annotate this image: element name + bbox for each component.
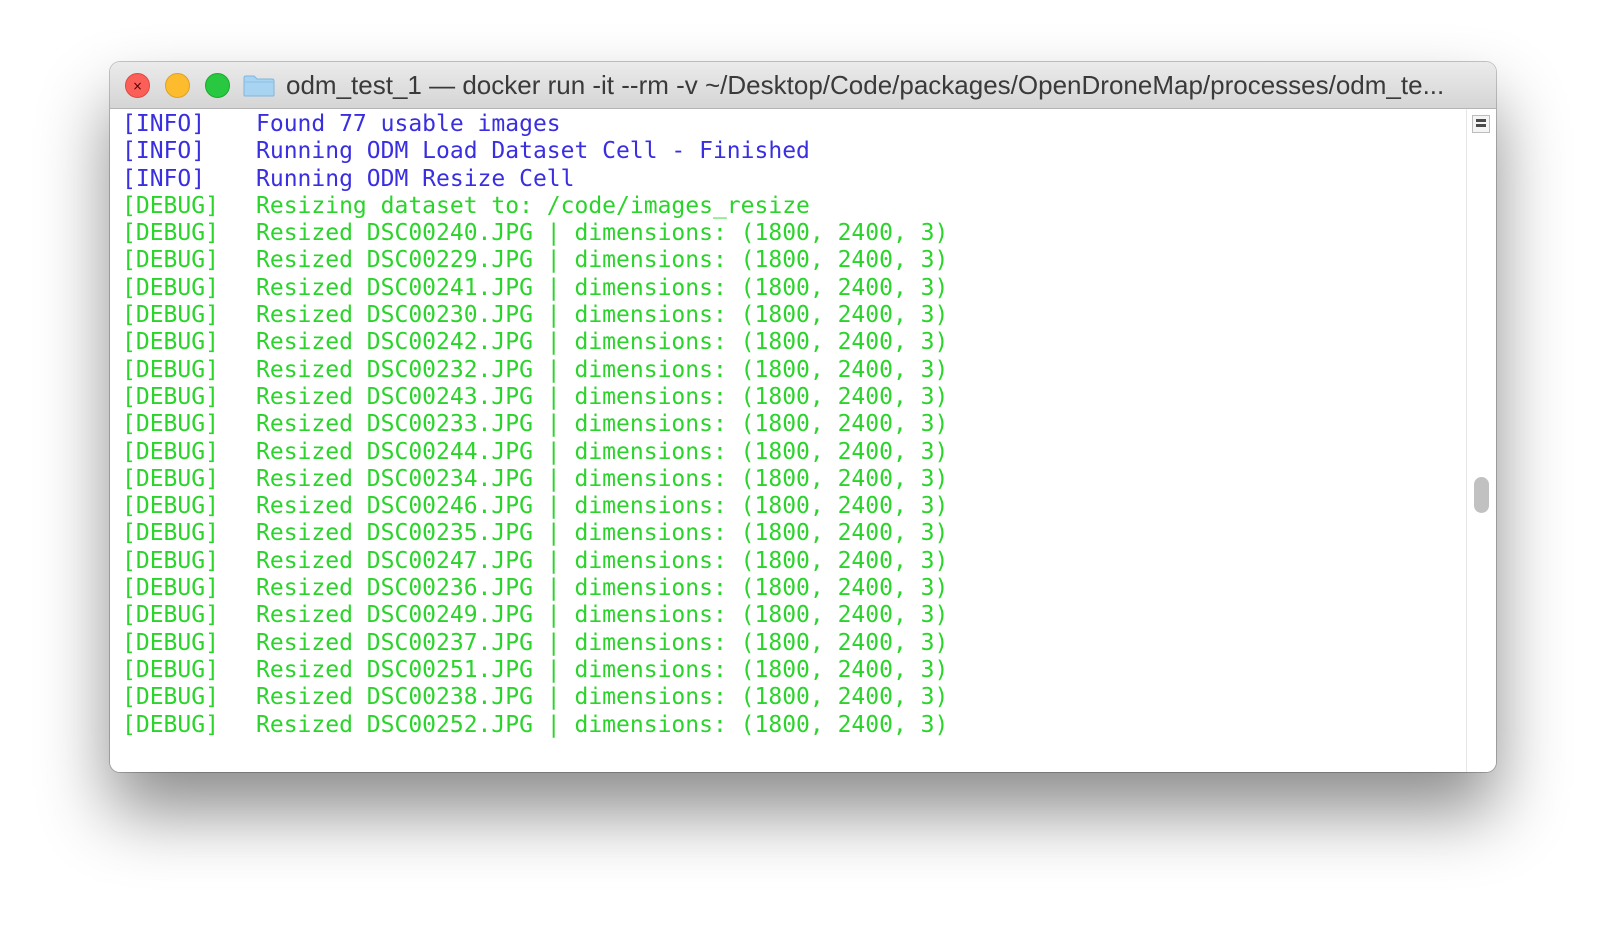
log-line: [DEBUG] Resized DSC00244.JPG | dimensions… — [122, 439, 1466, 466]
split-pane-icon[interactable] — [1472, 115, 1490, 133]
log-level: [DEBUG] — [122, 302, 219, 329]
folder-icon — [243, 75, 275, 97]
log-level: [DEBUG] — [122, 247, 219, 274]
log-line: [DEBUG] Resized DSC00241.JPG | dimensions… — [122, 275, 1466, 302]
log-line: [DEBUG] Resized DSC00230.JPG | dimensions… — [122, 302, 1466, 329]
log-message: Resized DSC00230.JPG | dimensions: (1800… — [256, 302, 949, 329]
log-message: Found 77 usable images — [256, 111, 561, 137]
log-level: [DEBUG] — [122, 329, 219, 356]
log-message: Resized DSC00243.JPG | dimensions: (1800… — [256, 383, 949, 410]
log-line: [DEBUG] Resized DSC00229.JPG | dimensions… — [122, 247, 1466, 274]
log-message: Resized DSC00237.JPG | dimensions: (1800… — [256, 629, 949, 656]
log-line: [DEBUG] Resized DSC00232.JPG | dimensions… — [122, 357, 1466, 384]
log-message: Resized DSC00235.JPG | dimensions: (1800… — [256, 520, 949, 547]
log-line: [DEBUG] Resizing dataset to: /code/images… — [122, 193, 1466, 220]
log-line: [DEBUG] Resized DSC00233.JPG | dimensions… — [122, 411, 1466, 438]
log-message: Resized DSC00236.JPG | dimensions: (1800… — [256, 575, 949, 602]
log-level: [INFO] — [122, 111, 206, 137]
close-button[interactable]: × — [125, 73, 150, 98]
log-level: [DEBUG] — [122, 220, 219, 247]
log-message: Resized DSC00240.JPG | dimensions: (1800… — [256, 220, 949, 247]
log-line: [INFO] Found 77 usable images — [122, 111, 1466, 138]
log-level: [DEBUG] — [122, 656, 219, 683]
log-message: Resized DSC00242.JPG | dimensions: (1800… — [256, 329, 949, 356]
log-message: Resized DSC00249.JPG | dimensions: (1800… — [256, 602, 949, 629]
log-line: [DEBUG] Resized DSC00247.JPG | dimensions… — [122, 548, 1466, 575]
log-message: Resized DSC00251.JPG | dimensions: (1800… — [256, 656, 949, 683]
log-level: [DEBUG] — [122, 438, 219, 465]
log-level: [INFO] — [122, 165, 206, 192]
log-line: [DEBUG] Resized DSC00238.JPG | dimensions… — [122, 684, 1466, 711]
log-line: [INFO] Running ODM Load Dataset Cell - Fi… — [122, 138, 1466, 165]
title-bar[interactable]: × odm_test_1 — docker run -it --rm -v ~/… — [110, 62, 1496, 109]
log-message: Resized DSC00229.JPG | dimensions: (1800… — [256, 247, 949, 274]
log-level: [DEBUG] — [122, 493, 219, 520]
vertical-scrollbar[interactable] — [1466, 109, 1496, 772]
log-level: [DEBUG] — [122, 711, 219, 738]
log-line: [DEBUG] Resized DSC00234.JPG | dimensions… — [122, 466, 1466, 493]
log-level: [DEBUG] — [122, 192, 219, 219]
log-level: [DEBUG] — [122, 274, 219, 301]
log-line: [DEBUG] Resized DSC00236.JPG | dimensions… — [122, 575, 1466, 602]
log-level: [DEBUG] — [122, 629, 219, 656]
log-message: Running ODM Load Dataset Cell - Finished — [256, 138, 810, 165]
log-level: [DEBUG] — [122, 575, 219, 602]
scrollbar-thumb[interactable] — [1474, 477, 1489, 513]
close-icon: × — [132, 78, 143, 93]
log-line: [DEBUG] Resized DSC00235.JPG | dimensions… — [122, 520, 1466, 547]
log-level: [DEBUG] — [122, 547, 219, 574]
log-line: [DEBUG] Resized DSC00243.JPG | dimensions… — [122, 384, 1466, 411]
terminal-window: × odm_test_1 — docker run -it --rm -v ~/… — [110, 62, 1496, 772]
log-level: [DEBUG] — [122, 411, 219, 438]
log-level: [DEBUG] — [122, 520, 219, 547]
log-message: Resized DSC00246.JPG | dimensions: (1800… — [256, 493, 949, 520]
log-line: [INFO] Running ODM Resize Cell — [122, 166, 1466, 193]
log-line: [DEBUG] Resized DSC00237.JPG | dimensions… — [122, 630, 1466, 657]
log-level: [DEBUG] — [122, 602, 219, 629]
window-title: odm_test_1 — docker run -it --rm -v ~/De… — [286, 70, 1445, 100]
log-message: Resized DSC00241.JPG | dimensions: (1800… — [256, 274, 949, 301]
log-message: Resizing dataset to: /code/images_resize — [256, 192, 810, 219]
log-message: Resized DSC00233.JPG | dimensions: (1800… — [256, 411, 949, 438]
log-level: [INFO] — [122, 138, 206, 165]
log-message: Resized DSC00232.JPG | dimensions: (1800… — [256, 356, 949, 383]
log-message: Resized DSC00234.JPG | dimensions: (1800… — [256, 465, 949, 492]
log-line: [DEBUG] Resized DSC00240.JPG | dimensions… — [122, 220, 1466, 247]
log-level: [DEBUG] — [122, 356, 219, 383]
log-message: Resized DSC00252.JPG | dimensions: (1800… — [256, 711, 949, 738]
log-message: Running ODM Resize Cell — [256, 165, 575, 192]
log-level: [DEBUG] — [122, 465, 219, 492]
terminal-output[interactable]: [INFO] Found 77 usable images [INFO] Runnin… — [110, 109, 1466, 772]
log-message: Resized DSC00244.JPG | dimensions: (1800… — [256, 438, 949, 465]
log-line: [DEBUG] Resized DSC00252.JPG | dimensions… — [122, 712, 1466, 739]
log-level: [DEBUG] — [122, 684, 219, 711]
minimize-button[interactable] — [165, 73, 190, 98]
zoom-button[interactable] — [205, 73, 230, 98]
log-line: [DEBUG] Resized DSC00242.JPG | dimensions… — [122, 329, 1466, 356]
log-line: [DEBUG] Resized DSC00249.JPG | dimensions… — [122, 602, 1466, 629]
log-message: Resized DSC00247.JPG | dimensions: (1800… — [256, 547, 949, 574]
log-line: [DEBUG] Resized DSC00251.JPG | dimensions… — [122, 657, 1466, 684]
log-line: [DEBUG] Resized DSC00246.JPG | dimensions… — [122, 493, 1466, 520]
log-message: Resized DSC00238.JPG | dimensions: (1800… — [256, 684, 949, 711]
log-level: [DEBUG] — [122, 383, 219, 410]
